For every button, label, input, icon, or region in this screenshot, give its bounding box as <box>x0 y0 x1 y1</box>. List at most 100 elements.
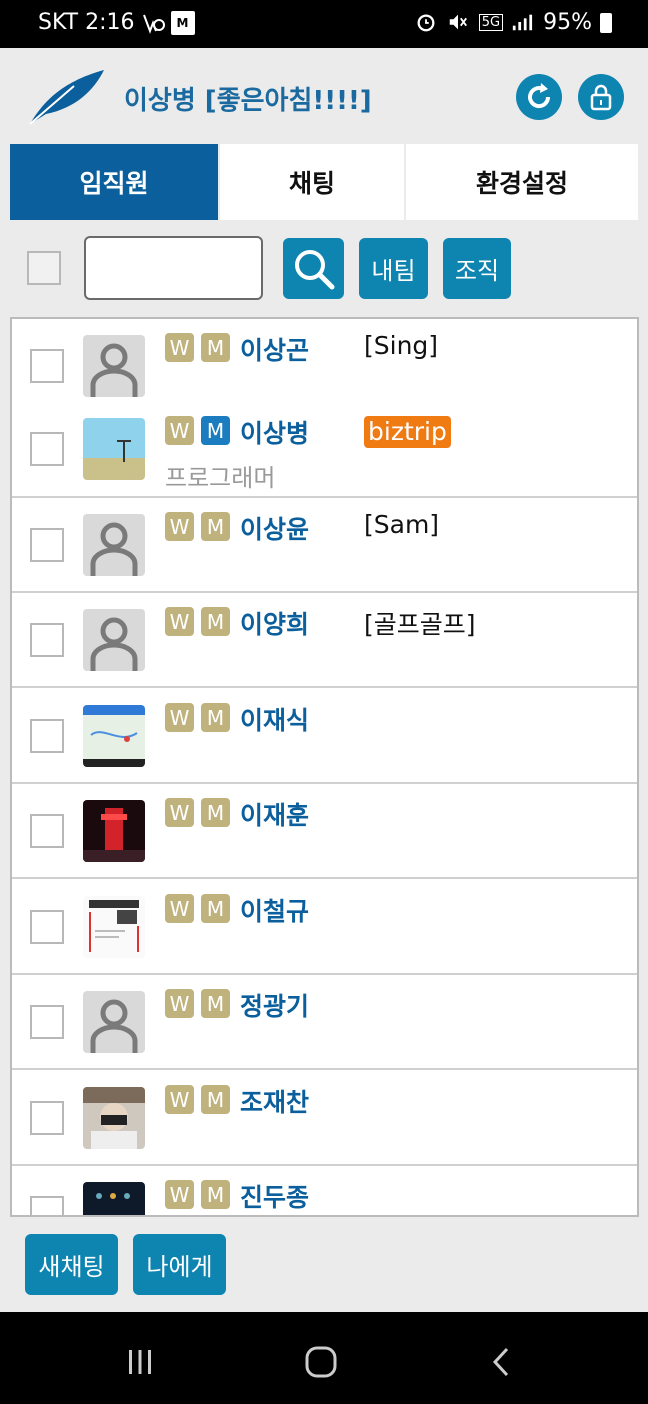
row-checkbox[interactable] <box>30 1005 64 1039</box>
status-message: biztrip <box>364 416 451 448</box>
web-status-badge: W <box>165 798 194 827</box>
home-button[interactable] <box>301 1342 341 1382</box>
status-message: [골프골프] <box>364 610 476 639</box>
search-button[interactable] <box>283 238 344 299</box>
mobile-status-badge: M <box>201 416 230 445</box>
mobile-status-badge: M <box>201 703 230 732</box>
list-item[interactable]: W M 이양희 [골프골프] <box>12 593 637 688</box>
list-item[interactable]: W M 조재찬 <box>12 1071 637 1166</box>
row-checkbox[interactable] <box>30 432 64 466</box>
row-checkbox[interactable] <box>30 349 64 383</box>
avatar <box>83 1087 145 1149</box>
web-status-badge: W <box>165 607 194 636</box>
web-status-badge: W <box>165 1085 194 1114</box>
employee-name: 이재식 <box>240 706 310 735</box>
my-team-button[interactable]: 내팀 <box>359 238 428 299</box>
employee-name: 이상병 <box>240 419 310 448</box>
feather-logo-icon <box>24 64 108 128</box>
recent-apps-button[interactable] <box>120 1342 160 1382</box>
system-navigation-bar <box>0 1312 648 1404</box>
avatar <box>83 609 145 671</box>
row-checkbox[interactable] <box>30 719 64 753</box>
battery-icon <box>600 12 612 33</box>
tab-bar: 임직원 채팅 환경설정 <box>10 144 638 220</box>
header: 이상병 [좋은아침!!!!] <box>0 48 648 144</box>
mobile-status-badge: M <box>201 1085 230 1114</box>
lock-icon <box>590 84 612 111</box>
avatar <box>83 705 145 767</box>
row-checkbox[interactable] <box>30 1196 64 1215</box>
lock-button[interactable] <box>578 74 624 120</box>
employee-name: 정광기 <box>240 992 310 1021</box>
employee-name: 이상곤 <box>240 336 310 365</box>
employee-name: 진두종 <box>240 1183 310 1212</box>
list-item[interactable]: W M 이재식 <box>12 689 637 784</box>
employee-name: 조재찬 <box>240 1088 310 1117</box>
refresh-button[interactable] <box>516 74 562 120</box>
list-item[interactable]: W M 이재훈 <box>12 784 637 879</box>
web-status-badge: W <box>165 512 194 541</box>
home-icon <box>305 1346 337 1378</box>
toolbar: 내팀 조직 <box>0 220 648 316</box>
user-title: 이상병 [좋은아침!!!!] <box>124 86 372 116</box>
tab-chat[interactable]: 채팅 <box>220 144 404 220</box>
web-status-badge: W <box>165 894 194 923</box>
avatar <box>83 514 145 576</box>
new-chat-button[interactable]: 새채팅 <box>25 1234 118 1295</box>
employee-name: 이상윤 <box>240 515 310 544</box>
avatar <box>83 1182 145 1215</box>
list-item[interactable]: W M 진두종 <box>12 1166 637 1215</box>
row-checkbox[interactable] <box>30 910 64 944</box>
search-icon <box>294 249 334 289</box>
employee-name: 이양희 <box>240 610 310 639</box>
mstock-app-icon: M <box>170 10 195 35</box>
tab-settings[interactable]: 환경설정 <box>406 144 638 220</box>
list-item[interactable]: W M 이철규 <box>12 880 637 975</box>
status-message: [Sing] <box>364 331 439 360</box>
avatar <box>83 335 145 397</box>
mobile-status-badge: M <box>201 512 230 541</box>
carrier-time: SKT 2:16 <box>38 10 135 35</box>
search-input[interactable] <box>84 236 263 300</box>
organization-button[interactable]: 조직 <box>443 238 511 299</box>
network-5g-icon: 5G <box>478 14 504 31</box>
mobile-status-badge: M <box>201 894 230 923</box>
row-checkbox[interactable] <box>30 814 64 848</box>
employee-list[interactable]: W M 이상곤 [Sing] W M 이상병 biztrip 프로그래머 W M… <box>10 317 639 1217</box>
row-checkbox[interactable] <box>30 623 64 657</box>
back-button[interactable] <box>482 1342 522 1382</box>
avatar <box>83 418 145 480</box>
mute-icon <box>447 11 471 35</box>
list-item[interactable]: W M 이상곤 [Sing] <box>12 319 637 414</box>
web-status-badge: W <box>165 333 194 362</box>
signal-icon <box>511 11 535 35</box>
mobile-status-badge: M <box>201 989 230 1018</box>
battery-percent: 95% <box>543 10 592 35</box>
employee-name: 이재훈 <box>240 801 310 830</box>
mobile-status-badge: M <box>201 607 230 636</box>
employee-name: 이철규 <box>240 897 310 926</box>
web-status-badge: W <box>165 1180 194 1209</box>
avatar <box>83 896 145 958</box>
list-item[interactable]: W M 정광기 <box>12 975 637 1070</box>
row-checkbox[interactable] <box>30 528 64 562</box>
mobile-status-badge: M <box>201 1180 230 1209</box>
refresh-icon <box>528 83 551 109</box>
mobile-status-badge: M <box>201 798 230 827</box>
recent-apps-icon <box>129 1350 151 1374</box>
to-me-button[interactable]: 나에게 <box>133 1234 226 1295</box>
status-message: [Sam] <box>364 510 440 539</box>
back-icon <box>492 1347 509 1377</box>
row-checkbox[interactable] <box>30 1101 64 1135</box>
app-screen: 이상병 [좋은아침!!!!] 임직원 채팅 환경설정 내팀 조직 W M 이상곤… <box>0 48 648 1312</box>
tab-employees[interactable]: 임직원 <box>10 144 218 220</box>
list-item[interactable]: W M 이상윤 [Sam] <box>12 498 637 593</box>
vibrate-info-icon <box>141 11 165 35</box>
status-bar: SKT 2:16 M 5G 95% <box>0 0 648 48</box>
web-status-badge: W <box>165 703 194 732</box>
alarm-icon <box>415 11 439 35</box>
list-item[interactable]: W M 이상병 biztrip 프로그래머 <box>12 402 637 498</box>
web-status-badge: W <box>165 989 194 1018</box>
select-all-checkbox[interactable] <box>27 251 61 285</box>
avatar <box>83 800 145 862</box>
